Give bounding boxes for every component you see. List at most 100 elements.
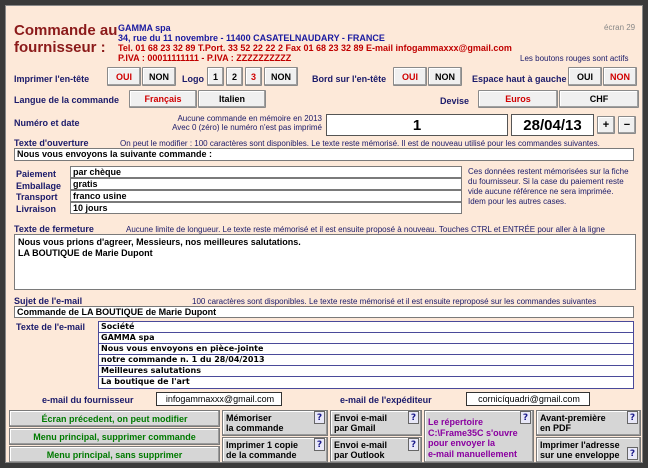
print-header-label: Imprimer l'en-tête bbox=[14, 74, 90, 84]
number-note-1: Aucune commande en mémoire en 2013 bbox=[177, 114, 322, 123]
space-no-button[interactable]: NON bbox=[603, 67, 637, 86]
window-frame: Commande au fournisseur : GAMMA spa 34, … bbox=[0, 0, 648, 468]
closing-line-1: Nous vous prions d'agreer, Messieurs, no… bbox=[18, 237, 301, 247]
supplier-name: GAMMA spa bbox=[118, 23, 171, 33]
email-body-label: Texte de l'e-mail bbox=[16, 322, 85, 332]
folder-line-3: pour envoyer la bbox=[428, 438, 496, 448]
payment-input[interactable]: par chèque bbox=[70, 166, 462, 178]
help-icon[interactable]: ? bbox=[627, 411, 638, 424]
closing-text-label: Texte de fermeture bbox=[14, 224, 94, 234]
memorize-order-button[interactable]: Mémoriser la commande bbox=[222, 410, 328, 436]
space-yes-button[interactable]: OUI bbox=[568, 67, 602, 86]
supplier-email-input[interactable]: infogammaxxx@gmail.com bbox=[156, 392, 282, 406]
packaging-input[interactable]: gratis bbox=[70, 178, 462, 190]
memorize-line-1: Mémoriser bbox=[226, 413, 272, 423]
order-number-input[interactable]: 1 bbox=[326, 114, 508, 136]
border-no-button[interactable]: NON bbox=[428, 67, 462, 86]
open-folder-button[interactable]: Le répertoire C:\Frame35C s'ouvre pour e… bbox=[424, 410, 534, 463]
pdf-line-2: en PDF bbox=[540, 423, 572, 433]
email-body-line: Meilleures salutations bbox=[99, 366, 633, 377]
main-menu-keep-button[interactable]: Menu principal, sans supprimer bbox=[9, 446, 220, 463]
print-line-2: de la commande bbox=[226, 450, 297, 460]
currency-label: Devise bbox=[440, 96, 470, 106]
screen-number: écran 29 bbox=[604, 23, 636, 32]
email-body-input[interactable]: Société GAMMA spa Nous vous envoyons en … bbox=[98, 321, 634, 389]
gmail-line-1: Envoi e-mail bbox=[334, 413, 388, 423]
logo-1-button[interactable]: 1 bbox=[207, 67, 224, 86]
page-title-line1: Commande au bbox=[14, 22, 118, 39]
help-icon[interactable]: ? bbox=[408, 438, 419, 451]
email-body-line: Nous vous envoyons en pièce-jointe bbox=[99, 344, 633, 355]
logo-2-button[interactable]: 2 bbox=[226, 67, 243, 86]
transport-label: Transport bbox=[16, 192, 58, 202]
print-envelope-button[interactable]: Imprimer l'adresse sur une enveloppe bbox=[536, 437, 641, 463]
email-subject-input[interactable]: Commande de LA BOUTIQUE de Marie Dupont bbox=[14, 306, 634, 318]
opening-text-label: Texte d'ouverture bbox=[14, 138, 89, 148]
closing-line-2: LA BOUTIQUE de Marie Dupont bbox=[18, 248, 153, 258]
packaging-label: Emballage bbox=[16, 180, 62, 191]
date-increment-button[interactable]: + bbox=[597, 116, 615, 134]
delivery-label: Livraison bbox=[16, 203, 57, 214]
email-body-line: notre commande n. 1 du 28/04/2013 bbox=[99, 355, 633, 366]
help-icon[interactable]: ? bbox=[408, 411, 419, 424]
logo-3-button[interactable]: 3 bbox=[245, 67, 262, 86]
payment-label: Paiement bbox=[16, 169, 57, 179]
number-note-2: Avec 0 (zéro) le numéro n'est pas imprim… bbox=[172, 123, 322, 132]
number-date-label: Numéro et date bbox=[14, 118, 80, 128]
help-icon[interactable]: ? bbox=[314, 411, 325, 424]
language-italian-button[interactable]: Italien bbox=[198, 90, 266, 108]
print-order-button[interactable]: Imprimer 1 copie de la commande bbox=[222, 437, 328, 463]
envelope-line-2: sur une enveloppe bbox=[540, 450, 620, 460]
pdf-preview-button[interactable]: Avant-première en PDF bbox=[536, 410, 641, 436]
gmail-line-2: par Gmail bbox=[334, 423, 376, 433]
previous-screen-button[interactable]: Écran précedent, on peut modifier bbox=[9, 410, 220, 427]
help-icon[interactable]: ? bbox=[314, 438, 325, 451]
sender-email-input[interactable]: cornicíquadri@gmail.com bbox=[466, 392, 590, 406]
supplier-vat: P.IVA : 00011111111 - P.IVA : ZZZZZZZZZZ bbox=[118, 53, 292, 63]
closing-text-hint: Aucune limite de longueur. Le texte rest… bbox=[126, 225, 605, 234]
envelope-line-1: Imprimer l'adresse bbox=[540, 440, 620, 450]
print-line-1: Imprimer 1 copie bbox=[226, 440, 299, 450]
opening-text-hint: On peut le modifier : 100 caractères son… bbox=[120, 139, 600, 148]
supplier-email-label: e-mail du fournisseur bbox=[42, 395, 134, 405]
sender-email-label: e-mail de l'expéditeur bbox=[340, 395, 432, 405]
language-label: Langue de la commande bbox=[14, 95, 120, 105]
outlook-line-2: par Outlook bbox=[334, 450, 385, 460]
transport-input[interactable]: franco usine bbox=[70, 190, 462, 202]
page-title-line2: fournisseur : bbox=[14, 39, 106, 56]
print-header-no-button[interactable]: NON bbox=[142, 67, 176, 86]
border-yes-button[interactable]: OUI bbox=[393, 67, 427, 86]
folder-line-4: e-mail manuellement bbox=[428, 448, 518, 459]
logo-none-button[interactable]: NON bbox=[264, 67, 298, 86]
folder-line-2: C:\Frame35C s'ouvre bbox=[428, 427, 518, 438]
print-header-yes-button[interactable]: OUI bbox=[107, 67, 141, 86]
currency-chf-button[interactable]: CHF bbox=[559, 90, 639, 108]
language-french-button[interactable]: Français bbox=[129, 90, 197, 108]
email-body-line: La boutique de l'art bbox=[101, 377, 190, 386]
border-label: Bord sur l'en-tête bbox=[312, 74, 387, 84]
order-date-input[interactable]: 28/04/13 bbox=[511, 114, 594, 136]
email-body-line: Société bbox=[99, 322, 633, 333]
order-window: Commande au fournisseur : GAMMA spa 34, … bbox=[5, 5, 643, 463]
main-menu-delete-button[interactable]: Menu principal, supprimer commande bbox=[9, 428, 220, 445]
red-buttons-note: Les boutons rouges sont actifs bbox=[520, 54, 629, 63]
help-icon[interactable]: ? bbox=[520, 411, 531, 424]
terms-note: Ces données restent mémorisées sur la fi… bbox=[468, 167, 629, 206]
email-body-line: GAMMA spa bbox=[99, 333, 633, 344]
email-subject-label: Sujet de l'e-mail bbox=[14, 296, 83, 306]
delivery-input[interactable]: 10 jours bbox=[70, 202, 462, 214]
email-subject-hint: 100 caractères sont disponibles. Le text… bbox=[192, 297, 597, 306]
currency-euro-button[interactable]: Euros bbox=[478, 90, 558, 108]
opening-text-input[interactable]: Nous vous envoyons la suivante commande … bbox=[14, 148, 634, 161]
date-decrement-button[interactable]: − bbox=[618, 116, 636, 134]
closing-text-input[interactable]: Nous vous prions d'agreer, Messieurs, no… bbox=[14, 234, 636, 290]
pdf-line-1: Avant-première bbox=[540, 413, 606, 423]
outlook-line-1: Envoi e-mail bbox=[334, 440, 388, 450]
supplier-address: 34, rue du 11 novembre - 11400 CASATELNA… bbox=[118, 33, 385, 43]
folder-line-1: Le répertoire bbox=[428, 417, 484, 427]
supplier-phones: Tel. 01 68 23 32 89 T.Port. 33 52 22 22 … bbox=[118, 43, 512, 53]
terms-labels: Paiement Emballage Transport Livraison bbox=[16, 169, 61, 215]
memorize-line-2: la commande bbox=[226, 423, 284, 433]
space-label: Espace haut à gauche bbox=[472, 74, 567, 84]
help-icon[interactable]: ? bbox=[627, 447, 638, 460]
